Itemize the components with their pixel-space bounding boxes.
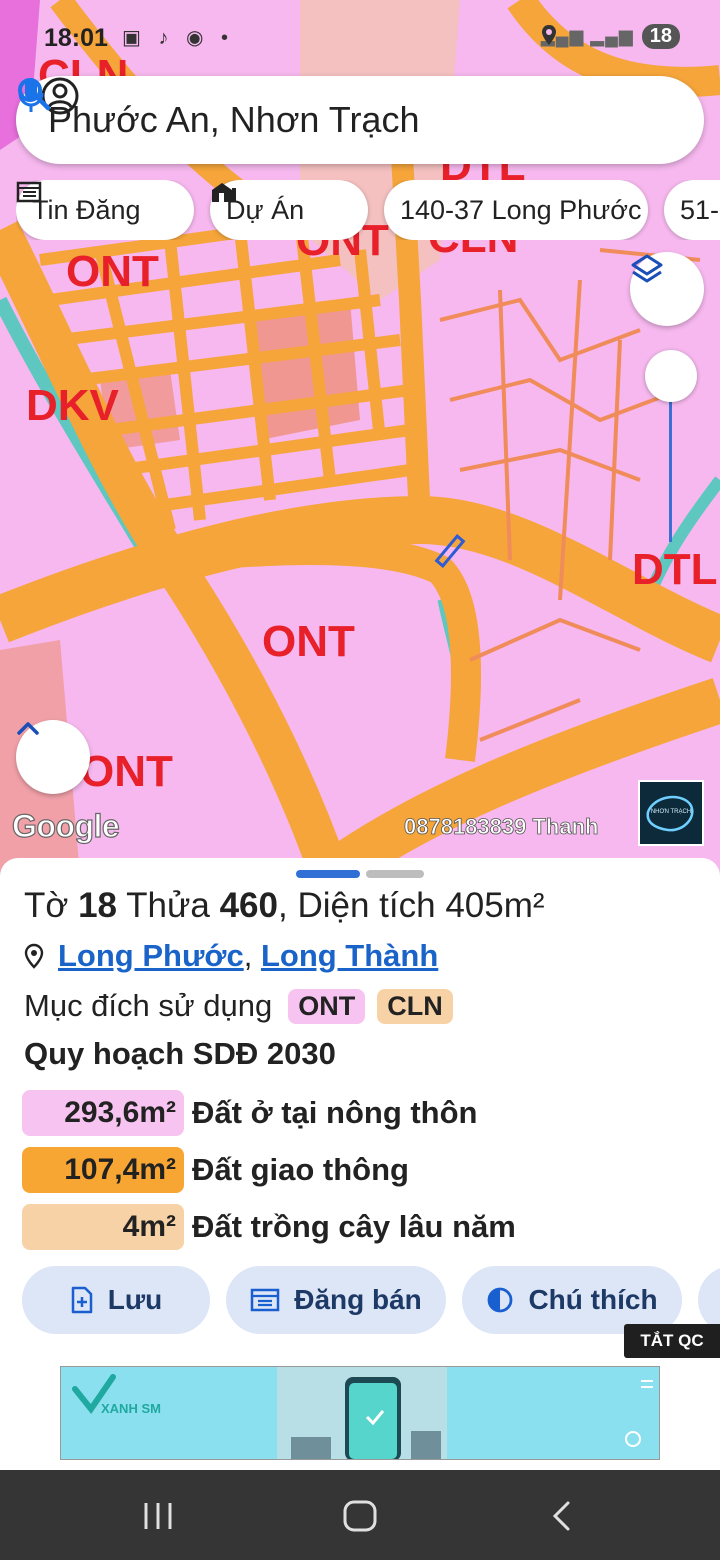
watermark-text: 0878183839 Thanh bbox=[404, 814, 599, 840]
search-input[interactable]: Phước An, Nhơn Trạch bbox=[48, 99, 704, 141]
chip-label: 140-37 Long Phước bbox=[400, 194, 642, 225]
search-bar[interactable]: Phước An, Nhơn Trạch bbox=[16, 76, 704, 164]
plan-area-row: 293,6m² Đất ở tại nông thôn bbox=[22, 1090, 478, 1136]
google-logo: Google bbox=[11, 807, 120, 844]
building-icon bbox=[212, 183, 236, 202]
system-nav-bar bbox=[0, 1470, 720, 1560]
save-icon bbox=[71, 1286, 92, 1314]
zone-label: DTL bbox=[632, 545, 718, 594]
status-right: ▂▄▆ ▂▄▆ 18 bbox=[541, 24, 680, 49]
layers-icon bbox=[631, 254, 663, 283]
plan-area-label: Đất ở tại nông thôn bbox=[192, 1095, 478, 1130]
location-pin-icon bbox=[24, 943, 44, 969]
microphone-icon[interactable] bbox=[16, 76, 46, 114]
post-icon bbox=[250, 1288, 280, 1312]
post-label: Đăng bán bbox=[294, 1284, 422, 1315]
parcel-info-sheet: Tờ 18 Thửa 460, Diện tích 405m² Long Phư… bbox=[0, 858, 720, 1470]
plot-label: Thửa bbox=[126, 886, 210, 925]
plot-number: 460 bbox=[219, 886, 278, 925]
plan-area-label: Đất giao thông bbox=[192, 1152, 409, 1187]
chip-label: Tin Đăng bbox=[32, 194, 141, 225]
plan-area-row: 107,4m² Đất giao thông bbox=[22, 1147, 409, 1193]
status-time: 18:01 bbox=[44, 24, 108, 52]
area-label: Diện tích bbox=[297, 886, 436, 925]
back-icon[interactable] bbox=[548, 1500, 576, 1532]
page-indicator[interactable] bbox=[366, 870, 424, 878]
separator: , bbox=[243, 938, 253, 973]
save-label: Lưu bbox=[107, 1284, 163, 1315]
chip-tin-dang[interactable]: Tin Đăng bbox=[16, 180, 194, 240]
location-icon bbox=[541, 25, 556, 45]
chevron-up-icon bbox=[17, 722, 39, 735]
page-indicator-active[interactable] bbox=[296, 870, 360, 878]
area-value: 405m² bbox=[445, 886, 545, 925]
chip-location[interactable]: 140-37 Long Phước bbox=[384, 180, 648, 240]
zone-label: ONT bbox=[262, 617, 355, 666]
parcel-location: Long Phước, Long Thành bbox=[24, 938, 438, 974]
parcel-title: Tờ 18 Thửa 460, Diện tích 405m² bbox=[24, 886, 545, 926]
map-view[interactable]: CLN DTL CLN ONT ONT DKV DTL ONT ONT 18:0… bbox=[0, 0, 720, 875]
status-bar: 18:01 ▣ ♪ ◉ • ▂▄▆ ▂▄▆ 18 bbox=[0, 0, 720, 76]
ad-brand: XANH SM bbox=[101, 1401, 161, 1416]
ad-image: XANH SM bbox=[61, 1367, 659, 1459]
plan-area-label: Đất trồng cây lâu năm bbox=[192, 1209, 516, 1244]
listing-icon bbox=[16, 181, 42, 203]
map-thumbnail[interactable]: NHƠN TRẠCH bbox=[638, 780, 704, 846]
filter-chips: Tin Đăng Dự Án 140-37 Long Phước 51- bbox=[16, 180, 720, 240]
save-button[interactable]: Lưu bbox=[22, 1266, 210, 1334]
thumbnail-image: NHƠN TRẠCH bbox=[640, 782, 702, 844]
notification-icons: ▣ ♪ ◉ • bbox=[122, 27, 235, 49]
recent-apps-icon[interactable] bbox=[140, 1500, 176, 1532]
thumbnail-label: NHƠN TRẠCH bbox=[651, 809, 691, 815]
post-sale-button[interactable]: Đăng bán bbox=[226, 1266, 446, 1334]
land-use-purpose: Mục đích sử dụng ONT CLN bbox=[24, 988, 453, 1024]
home-icon[interactable] bbox=[342, 1500, 378, 1532]
plan-area-row: 4m² Đất trồng cây lâu năm bbox=[22, 1204, 516, 1250]
ad-banner[interactable]: XANH SM bbox=[60, 1366, 660, 1460]
zone-label: ONT bbox=[80, 747, 173, 796]
chip-label: 51- bbox=[680, 194, 720, 225]
purpose-tag-cln: CLN bbox=[377, 988, 453, 1024]
legend-icon bbox=[488, 1287, 513, 1313]
opacity-slider-handle[interactable] bbox=[645, 350, 697, 402]
separator: , bbox=[278, 886, 288, 925]
sheet-label: Tờ bbox=[24, 886, 69, 925]
purpose-label: Mục đích sử dụng bbox=[24, 988, 273, 1023]
plan-title: Quy hoạch SDĐ 2030 bbox=[24, 1036, 336, 1071]
plan-area-value: 4m² bbox=[22, 1204, 184, 1250]
chip-du-an[interactable]: Dự Án bbox=[210, 180, 368, 240]
zone-label: ONT bbox=[66, 247, 159, 296]
action-buttons: Lưu Đăng bán Chú thích bbox=[22, 1266, 720, 1334]
layers-button[interactable] bbox=[630, 252, 704, 326]
sheet-number: 18 bbox=[78, 886, 118, 925]
plan-area-value: 293,6m² bbox=[22, 1090, 184, 1136]
district-link[interactable]: Long Thành bbox=[261, 938, 438, 974]
expand-button[interactable] bbox=[16, 720, 90, 794]
battery-icon: 18 bbox=[641, 24, 680, 49]
opacity-slider-track[interactable] bbox=[669, 380, 672, 542]
commune-link[interactable]: Long Phước bbox=[58, 938, 244, 974]
ad-off-button[interactable]: TẮT QC bbox=[624, 1324, 720, 1358]
plan-area-value: 107,4m² bbox=[22, 1147, 184, 1193]
legend-label: Chú thích bbox=[528, 1284, 658, 1315]
purpose-tag-ont: ONT bbox=[288, 988, 366, 1024]
chip-more[interactable]: 51- bbox=[664, 180, 720, 240]
zone-label: DKV bbox=[26, 381, 120, 430]
